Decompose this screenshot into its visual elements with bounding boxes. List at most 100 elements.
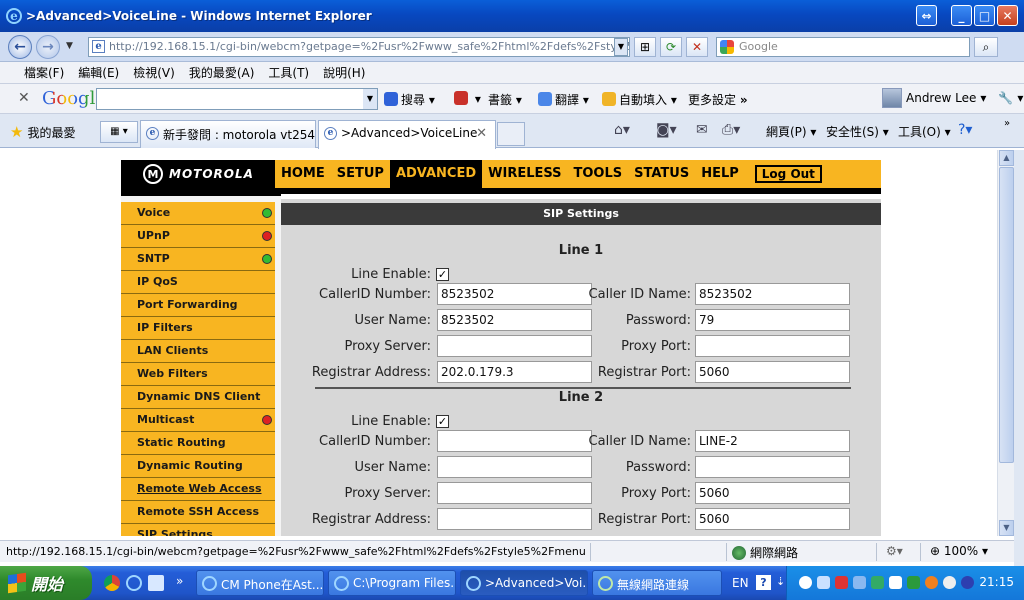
line1-registrar-port-field[interactable]: 5060 (695, 361, 850, 383)
close-tab-icon[interactable]: ✕ (476, 126, 487, 141)
close-button[interactable]: ✕ (997, 5, 1018, 26)
line2-password-field[interactable] (695, 456, 850, 478)
tab-motorola-forum[interactable]: e 新手發問 : motorola vt2542+... (140, 120, 316, 148)
back-button[interactable]: ← (8, 35, 32, 59)
menu-favorites[interactable]: 我的最愛(A) (189, 64, 255, 81)
task-wireless-connection[interactable]: 無線網路連線 (592, 570, 722, 596)
menu-edit[interactable]: 編輯(E) (78, 64, 119, 81)
nav-tools[interactable]: TOOLS (568, 160, 629, 188)
refresh-icon[interactable]: ⟳ (660, 37, 682, 57)
line1-caller-id-name-field[interactable]: 8523502 (695, 283, 850, 305)
sidebar-item-sip-settings[interactable]: SIP Settings (121, 524, 275, 536)
compat-view-icon[interactable]: ⊞ (634, 37, 656, 57)
protected-mode-icon[interactable]: ⚙▾ (886, 544, 903, 558)
menu-tools[interactable]: 工具(T) (268, 64, 309, 81)
help-icon[interactable]: ?▾ (958, 122, 972, 138)
sidebar-item-dynamic-routing[interactable]: Dynamic Routing (121, 455, 275, 478)
tray-orange-icon[interactable] (925, 576, 938, 589)
sidebar-item-voice[interactable]: Voice (121, 202, 275, 225)
sidebar-item-sntp[interactable]: SNTP (121, 248, 275, 271)
popup-blocker-button[interactable]: ▾ (454, 91, 481, 106)
google-search-button[interactable]: 搜尋 ▾ (384, 91, 435, 108)
search-button[interactable]: ⌕ (974, 37, 998, 57)
more-settings-button[interactable]: 更多設定 » (688, 91, 748, 108)
menu-file[interactable]: 檔案(F) (24, 64, 64, 81)
scroll-thumb[interactable] (999, 167, 1014, 463)
line2-registrar-address-field[interactable] (437, 508, 592, 530)
volume-muted-icon[interactable] (835, 576, 848, 589)
tray-clock-icon[interactable] (943, 576, 956, 589)
tab-voiceline[interactable]: e >Advanced>VoiceLine ✕ (318, 120, 496, 149)
show-desktop-icon[interactable] (148, 575, 164, 591)
home-icon[interactable]: ⌂▾ (614, 122, 630, 138)
quick-tabs-button[interactable]: ▦ ▾ (100, 121, 138, 143)
restore-tab-icon[interactable]: ⇔ (916, 5, 937, 26)
safety-menu[interactable]: 安全性(S) ▾ (826, 123, 889, 140)
line2-user-name-field[interactable] (437, 456, 592, 478)
task-advanced-voiceline[interactable]: >Advanced>Voi... (460, 570, 588, 596)
mail-icon[interactable]: ✉ (696, 122, 708, 138)
line1-proxy-server-field[interactable] (437, 335, 592, 357)
url-input[interactable]: e http://192.168.15.1/cgi-bin/webcm?getp… (88, 37, 630, 57)
line2-proxy-port-field[interactable]: 5060 (695, 482, 850, 504)
minimize-button[interactable]: _ (951, 5, 972, 26)
sidebar-item-lan-clients[interactable]: LAN Clients (121, 340, 275, 363)
logout-button[interactable]: Log Out (754, 165, 822, 183)
zoom-control[interactable]: ⊕ 100% ▾ (930, 544, 988, 558)
line1-proxy-port-field[interactable] (695, 335, 850, 357)
sidebar-item-remote-ssh-access[interactable]: Remote SSH Access (121, 501, 275, 524)
line2-enable-checkbox[interactable]: ✓ (436, 415, 449, 428)
nav-advanced[interactable]: ADVANCED (389, 160, 483, 188)
menu-view[interactable]: 檢視(V) (133, 64, 175, 81)
line2-caller-id-name-field[interactable]: LINE-2 (695, 430, 850, 452)
line1-enable-checkbox[interactable]: ✓ (436, 268, 449, 281)
page-menu[interactable]: 網頁(P) ▾ (766, 123, 816, 140)
sidebar-item-web-filters[interactable]: Web Filters (121, 363, 275, 386)
translate-button[interactable]: 翻譯 ▾ (538, 91, 589, 108)
forward-button[interactable]: → (36, 35, 60, 59)
favorites-button[interactable]: ★ 我的最愛 (10, 123, 75, 141)
history-dropdown-icon[interactable]: ▼ (66, 41, 73, 51)
stop-icon[interactable]: ✕ (686, 37, 708, 57)
ie-quicklaunch-icon[interactable] (126, 575, 142, 591)
sidebar-item-upnp[interactable]: UPnP (121, 225, 275, 248)
nav-wireless[interactable]: WIRELESS (482, 160, 567, 188)
line1-callerid-number-field[interactable]: 8523502 (437, 283, 592, 305)
line1-user-name-field[interactable]: 8523502 (437, 309, 592, 331)
feeds-icon[interactable]: ◙▾ (656, 122, 677, 138)
tray-expand-icon[interactable] (799, 576, 812, 589)
language-options-icon[interactable]: ⇣ (776, 575, 785, 588)
line2-proxy-server-field[interactable] (437, 482, 592, 504)
line2-callerid-number-field[interactable] (437, 430, 592, 452)
nav-help[interactable]: HELP (695, 160, 745, 188)
sidebar-item-ip-filters[interactable]: IP Filters (121, 317, 275, 340)
line2-registrar-port-field[interactable]: 5060 (695, 508, 850, 530)
start-button[interactable]: 開始 (0, 566, 92, 600)
menu-help[interactable]: 說明(H) (323, 64, 365, 81)
scroll-up-icon[interactable]: ▲ (999, 150, 1014, 166)
language-help-icon[interactable]: ? (756, 575, 771, 590)
tools-menu[interactable]: 工具(O) ▾ (898, 123, 951, 140)
line1-registrar-address-field[interactable]: 202.0.179.3 (437, 361, 592, 383)
toolbar-overflow-icon[interactable]: » (1004, 118, 1010, 129)
user-menu[interactable]: Andrew Lee ▾ 🔧 ▾ (882, 88, 1023, 108)
network-icon[interactable] (817, 576, 830, 589)
tray-users-icon[interactable] (889, 576, 902, 589)
url-dropdown-icon[interactable]: ▼ (614, 38, 628, 56)
maximize-button[interactable]: □ (974, 5, 995, 26)
sidebar-item-multicast[interactable]: Multicast (121, 409, 275, 432)
sidebar-item-ip-qos[interactable]: IP QoS (121, 271, 275, 294)
tray-update-icon[interactable] (907, 576, 920, 589)
sidebar-item-port-forwarding[interactable]: Port Forwarding (121, 294, 275, 317)
search-input[interactable]: Google (716, 37, 970, 57)
vertical-scrollbar[interactable]: ▲ ▼ (997, 150, 1014, 536)
task-program-files[interactable]: C:\Program Files... (328, 570, 456, 596)
nav-setup[interactable]: SETUP (331, 160, 390, 188)
tray-security-icon[interactable] (871, 576, 884, 589)
print-icon[interactable]: ⎙▾ (722, 122, 740, 138)
line1-password-field[interactable]: 79 (695, 309, 850, 331)
close-toolbar-icon[interactable]: ✕ (18, 90, 30, 106)
sidebar-item-static-routing[interactable]: Static Routing (121, 432, 275, 455)
bluetooth-icon[interactable] (961, 576, 974, 589)
sidebar-item-dynamic-dns-client[interactable]: Dynamic DNS Client (121, 386, 275, 409)
